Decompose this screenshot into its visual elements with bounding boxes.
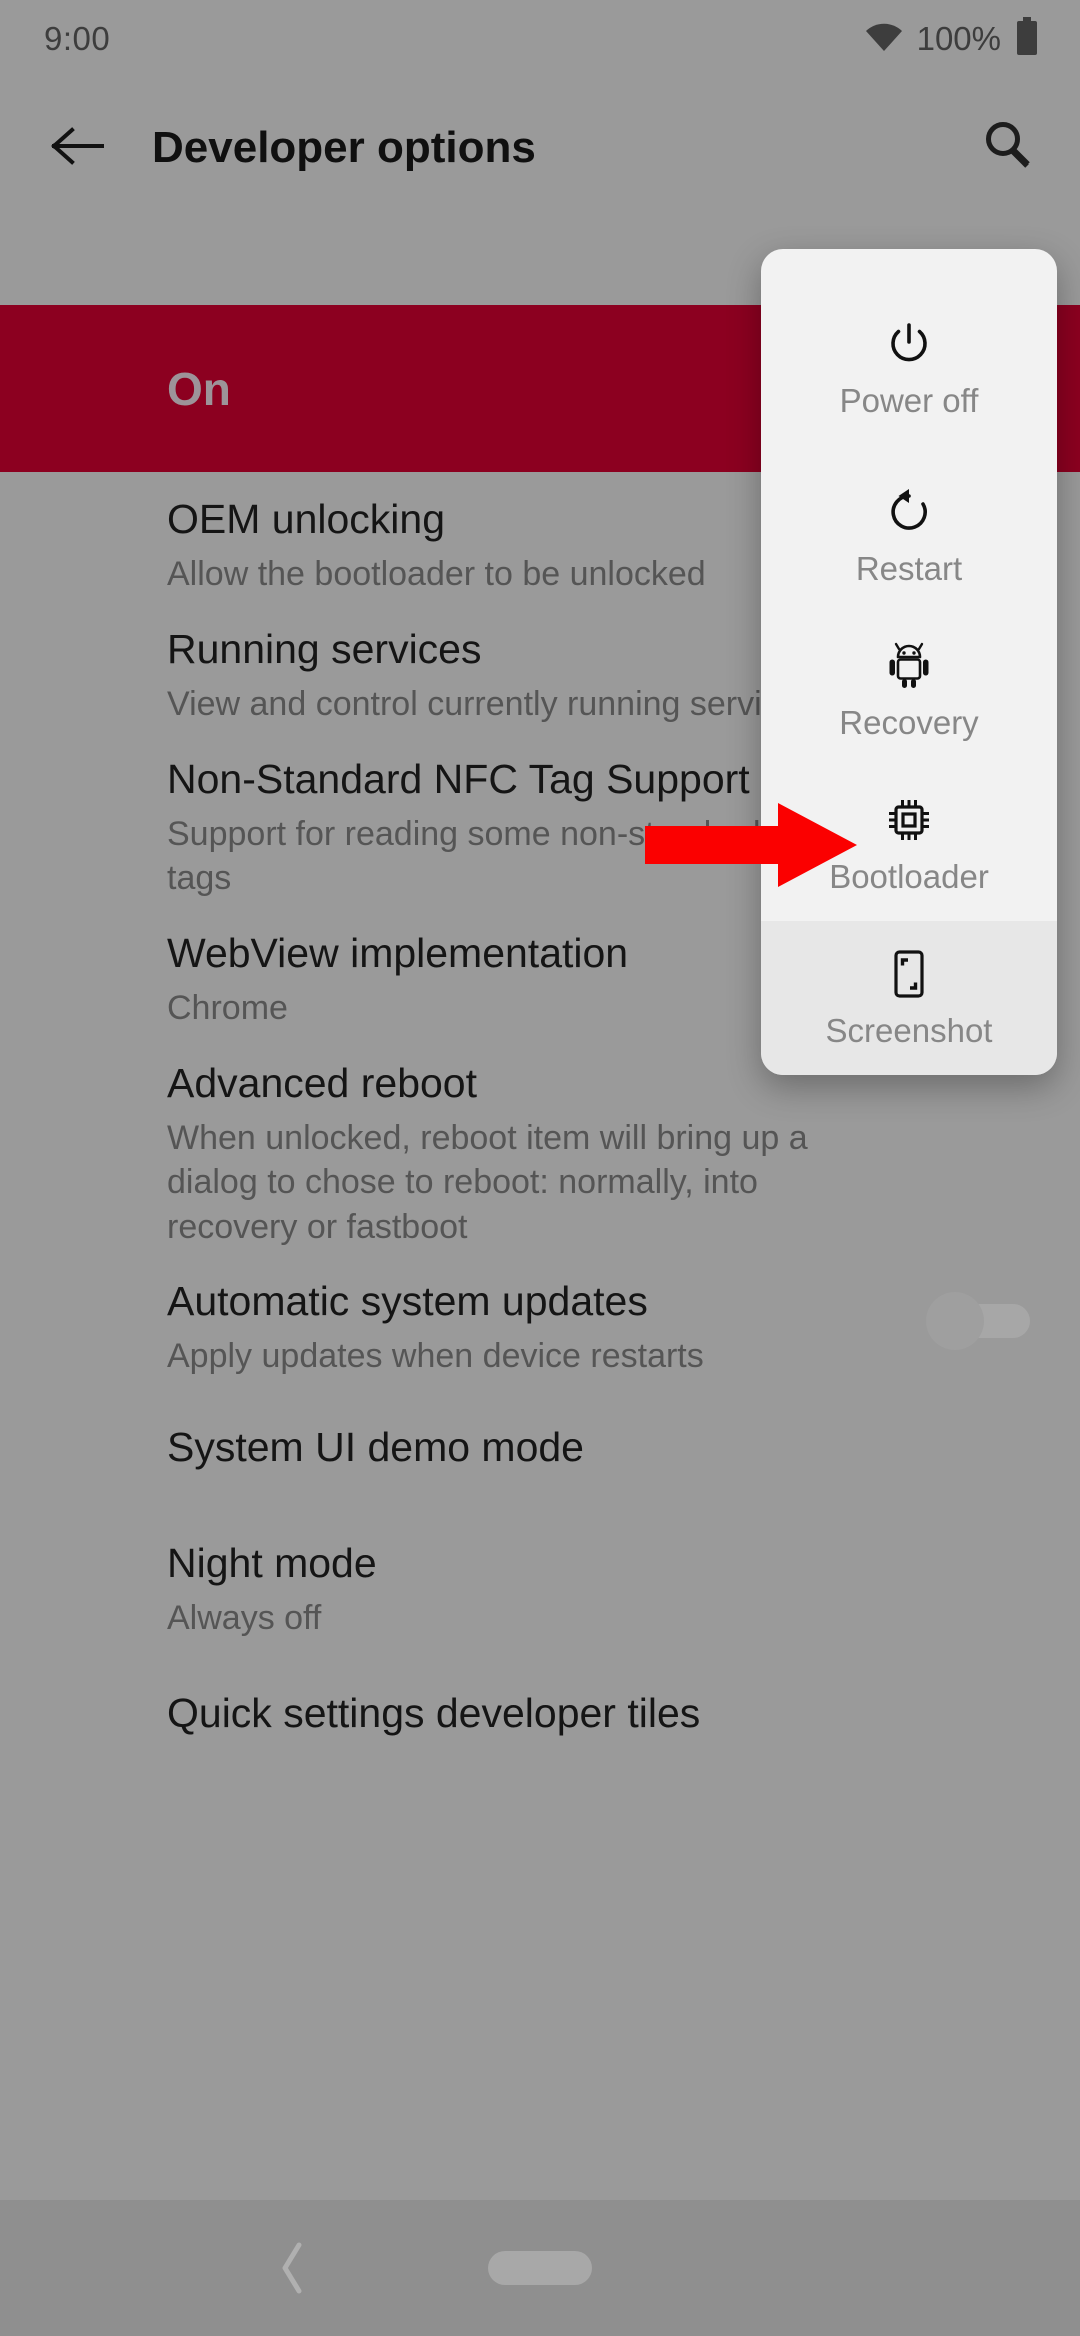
- nav-home-pill-icon[interactable]: [488, 2251, 592, 2285]
- power-menu-dialog: Power off Restart Recovery Bootloader Sc…: [761, 249, 1057, 1075]
- pref-summary: When unlocked, reboot item will bring up…: [167, 1118, 808, 1247]
- red-arrow-right-icon: [645, 801, 857, 889]
- power-menu-item-restart[interactable]: Restart: [761, 459, 1057, 613]
- pref-summary: Always off: [167, 1598, 322, 1637]
- pref-summary: Apply updates when device restarts: [167, 1336, 704, 1375]
- power-menu-label: Restart: [855, 549, 963, 587]
- master-switch-label: On: [167, 362, 231, 415]
- navigation-bar: [0, 2200, 1080, 2336]
- search-button[interactable]: [966, 106, 1050, 190]
- pref-title: System UI demo mode: [167, 1424, 584, 1470]
- list-item[interactable]: Night mode Always off: [0, 1518, 1080, 1654]
- action-bar: Developer options: [0, 78, 1080, 218]
- battery-full-icon: [1014, 16, 1040, 62]
- pref-title: Quick settings developer tiles: [167, 1690, 701, 1736]
- switch-thumb: [926, 1292, 984, 1350]
- power-menu-item-screenshot[interactable]: Screenshot: [761, 921, 1057, 1075]
- restart-icon: [885, 488, 933, 536]
- status-bar: 9:00 100%: [0, 0, 1080, 78]
- search-icon: [979, 117, 1037, 180]
- back-button[interactable]: [36, 106, 120, 190]
- phone-screenshot-icon: [889, 949, 929, 998]
- arrow-left-icon: [50, 124, 106, 173]
- android-robot-icon: [886, 642, 932, 690]
- power-menu-label: Recovery: [839, 703, 979, 741]
- list-item[interactable]: Quick settings developer tiles: [0, 1654, 1080, 1774]
- power-menu-label: Screenshot: [825, 1011, 993, 1049]
- list-item[interactable]: System UI demo mode: [0, 1388, 1080, 1518]
- phone-screen: 9:00 100% Developer options On OEM unloc…: [0, 0, 1080, 2336]
- status-bar-icons: 100%: [864, 16, 1040, 62]
- power-menu-item-recovery[interactable]: Recovery: [761, 613, 1057, 767]
- pref-title: Automatic system updates: [167, 1278, 648, 1324]
- battery-percent-label: 100%: [916, 20, 1001, 57]
- power-icon: [885, 320, 933, 368]
- status-bar-clock: 9:00: [44, 20, 111, 57]
- power-menu-item-power-off[interactable]: Power off: [761, 249, 1057, 459]
- list-item[interactable]: Automatic system updates Apply updates w…: [0, 1254, 1080, 1388]
- automatic-system-updates-toggle[interactable]: [926, 1292, 1034, 1350]
- wifi-icon: [864, 21, 904, 58]
- pref-title: Night mode: [167, 1540, 377, 1586]
- chip-icon: [885, 796, 933, 844]
- power-menu-label: Power off: [839, 381, 979, 419]
- nav-back-chevron-icon[interactable]: [262, 2238, 322, 2298]
- page-title: Developer options: [152, 123, 536, 172]
